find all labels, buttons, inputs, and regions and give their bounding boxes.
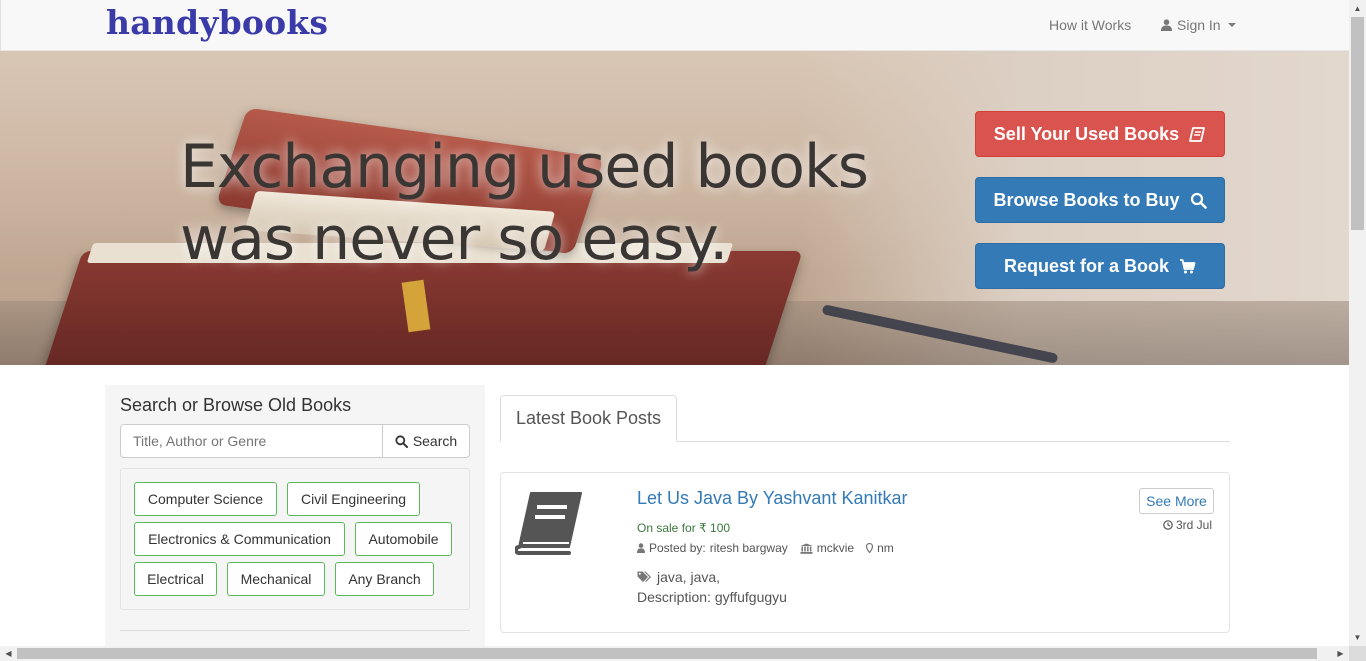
sale-label: On sale for (637, 521, 696, 535)
price-value: 100 (710, 521, 731, 535)
rupee-icon: ₹ (699, 521, 711, 535)
branch-tags-box: Computer Science Civil Engineering Elect… (120, 468, 470, 610)
book-icon (515, 492, 582, 555)
horizontal-scroll-thumb[interactable] (17, 648, 1317, 659)
tag-mechanical[interactable]: Mechanical (227, 562, 325, 596)
hero-headline-line2: was never so easy. (180, 204, 728, 274)
post-description: Description: gyffufgugyu (637, 589, 787, 605)
map-marker-icon (866, 543, 874, 553)
scroll-left-arrow-icon[interactable]: ◀ (0, 646, 17, 661)
see-more-button[interactable]: See More (1139, 488, 1214, 514)
brand-logo[interactable]: handybooks (106, 3, 328, 42)
browse-books-label: Browse Books to Buy (993, 189, 1180, 210)
tag-automobile[interactable]: Automobile (355, 522, 452, 556)
search-icon (1190, 192, 1207, 209)
tag-electronics-communication[interactable]: Electronics & Communication (134, 522, 345, 556)
description-label: Description: (637, 589, 711, 605)
request-book-label: Request for a Book (1003, 255, 1170, 276)
post-title-link[interactable]: Let Us Java By Yashvant Kanitkar (637, 488, 907, 509)
scroll-right-arrow-icon[interactable]: ▶ (1332, 646, 1349, 661)
search-panel-title: Search or Browse Old Books (120, 395, 352, 415)
scroll-up-arrow-icon[interactable]: ▲ (1349, 0, 1366, 17)
date-text: 3rd Jul (1176, 518, 1213, 532)
college-name: mckvie (816, 541, 855, 555)
post-meta: Posted by: ritesh bargway mckvie nm (637, 541, 894, 555)
top-navbar: handybooks How it Works Sign In (0, 0, 1349, 51)
sign-in-dropdown[interactable]: Sign In (1161, 17, 1236, 33)
sign-in-label: Sign In (1177, 17, 1221, 33)
cart-icon (1180, 258, 1196, 273)
scrollbar-corner (1349, 646, 1366, 661)
post-date: 3rd Jul (1163, 518, 1212, 532)
clock-icon (1163, 520, 1173, 530)
tag-electrical[interactable]: Electrical (134, 562, 217, 596)
search-button[interactable]: Search (382, 424, 470, 458)
post-author: Posted by: ritesh bargway (637, 541, 788, 555)
posted-by-label: Posted by: (649, 541, 706, 555)
sell-books-button[interactable]: Sell Your Used Books (975, 111, 1225, 157)
search-icon (395, 434, 408, 448)
tag-any-branch[interactable]: Any Branch (335, 562, 434, 596)
institution-icon (800, 543, 813, 554)
panel-divider (120, 630, 470, 631)
user-icon (637, 543, 645, 553)
tags-icon (637, 571, 651, 582)
search-button-label: Search (412, 433, 458, 449)
hero-headline-line1: Exchanging used books (180, 132, 869, 202)
tag-computer-science[interactable]: Computer Science (134, 482, 277, 516)
post-sale-price: On sale for ₹ 100 (637, 521, 730, 535)
browse-books-button[interactable]: Browse Books to Buy (975, 177, 1225, 223)
book-search-input[interactable] (120, 424, 383, 458)
user-icon (1161, 19, 1172, 31)
caret-down-icon (1227, 23, 1236, 27)
sell-books-label: Sell Your Used Books (993, 123, 1180, 144)
post-tags: java, java, (637, 569, 720, 585)
post-location: nm (866, 541, 894, 555)
request-book-button[interactable]: Request for a Book (975, 243, 1225, 289)
tag-civil-engineering[interactable]: Civil Engineering (287, 482, 420, 516)
tab-latest-book-posts[interactable]: Latest Book Posts (500, 395, 677, 442)
hero-banner: Exchanging used books was never so easy.… (0, 51, 1349, 365)
book-icon (1189, 126, 1206, 142)
poster-name: ritesh bargway (709, 541, 788, 555)
post-college: mckvie (800, 541, 854, 555)
search-browse-panel: Search or Browse Old Books Search Comput… (105, 385, 485, 646)
vertical-scrollbar[interactable]: ▲ ▼ (1349, 0, 1366, 646)
vertical-scroll-thumb[interactable] (1351, 17, 1364, 230)
page-viewport: handybooks How it Works Sign In Exchangi… (0, 0, 1349, 646)
how-it-works-link[interactable]: How it Works (1049, 17, 1131, 33)
location-name: nm (877, 541, 894, 555)
scroll-down-arrow-icon[interactable]: ▼ (1349, 629, 1366, 646)
horizontal-scrollbar[interactable]: ◀ ▶ (0, 646, 1349, 661)
book-post-card: Let Us Java By Yashvant Kanitkar On sale… (500, 472, 1230, 633)
description-text: gyffufgugyu (714, 589, 787, 605)
hero-headline: Exchanging used books was never so easy. (180, 131, 880, 275)
tags-list: java, java, (657, 569, 721, 585)
